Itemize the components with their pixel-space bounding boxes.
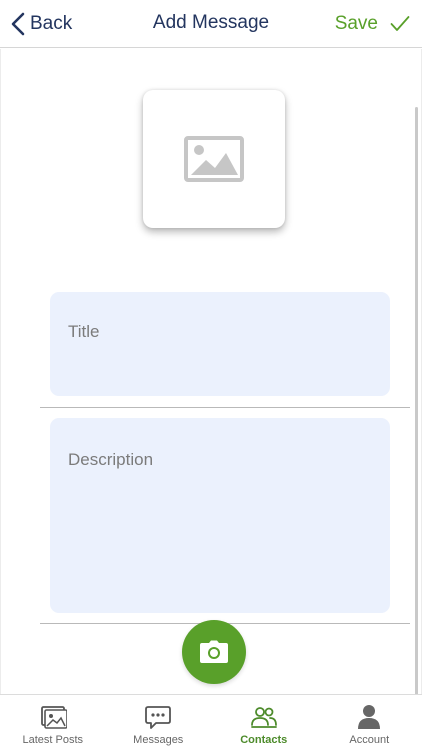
save-button[interactable]: Save [335, 10, 410, 38]
tab-label: Latest Posts [22, 734, 84, 746]
tab-latest-posts[interactable]: Latest Posts [0, 695, 106, 750]
camera-button[interactable] [182, 620, 246, 684]
contacts-icon [250, 707, 277, 728]
tab-contacts[interactable]: Contacts [211, 695, 317, 750]
tab-account[interactable]: Account [317, 695, 422, 750]
chat-icon [145, 706, 172, 729]
title-field[interactable]: Title [50, 292, 390, 396]
description-field[interactable]: Description [50, 418, 390, 613]
tab-messages[interactable]: Messages [106, 695, 212, 750]
person-icon [358, 705, 381, 729]
camera-icon [200, 640, 228, 663]
checkmark-icon [390, 16, 410, 31]
bottom-tab-bar: Latest Posts Messages Contacts Account [0, 694, 422, 750]
tab-label: Account [349, 734, 390, 746]
save-label: Save [334, 13, 378, 34]
top-bar: Back Add Message Save [0, 0, 422, 48]
scrollbar[interactable] [415, 107, 418, 737]
divider [40, 407, 410, 408]
title-placeholder: Title [68, 322, 100, 341]
gallery-icon [40, 706, 67, 729]
tab-label: Contacts [240, 734, 288, 746]
description-placeholder: Description [68, 450, 154, 469]
tab-label: Messages [133, 734, 184, 746]
image-picker[interactable] [143, 90, 285, 228]
image-placeholder-icon [184, 136, 244, 182]
